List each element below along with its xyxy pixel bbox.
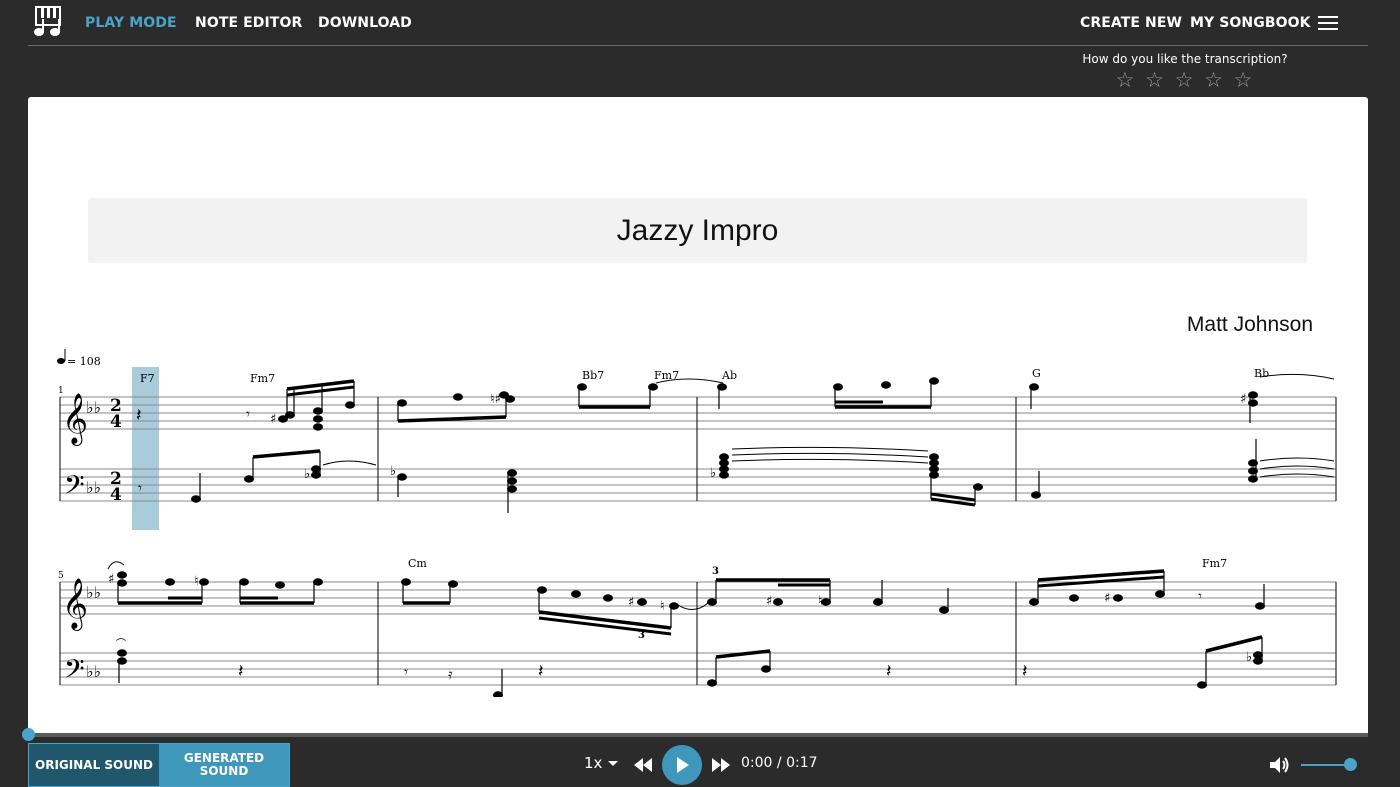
- volume-handle[interactable]: [1344, 758, 1357, 771]
- star-icon[interactable]: ☆: [1234, 68, 1255, 92]
- svg-text:♮: ♮: [660, 599, 665, 614]
- svg-text:♯: ♯: [628, 595, 634, 610]
- generated-sound-button[interactable]: GENERATED SOUND: [159, 744, 289, 786]
- piano-note-logo-icon[interactable]: [32, 5, 64, 37]
- play-icon: [677, 757, 689, 773]
- svg-text:♮: ♮: [194, 574, 199, 589]
- bass-staff-2: [60, 652, 1336, 686]
- svg-text:𝄾: 𝄾: [246, 405, 250, 423]
- svg-text:♭: ♭: [304, 467, 310, 482]
- tempo-marking: = 108: [67, 355, 101, 368]
- svg-text:♭: ♭: [710, 466, 716, 481]
- original-sound-button[interactable]: ORIGINAL SOUND: [29, 744, 159, 786]
- speed-selector[interactable]: 1x: [584, 754, 619, 772]
- rating-stars: ☆ ☆ ☆ ☆ ☆: [1060, 68, 1310, 92]
- notes-system-1: 𝄽 𝄾 ♯ 𝄾 ♭ ♮♯ ♭ ♭ ♯: [136, 373, 1335, 513]
- star-icon[interactable]: ☆: [1175, 68, 1196, 92]
- rewind-icon[interactable]: [632, 756, 654, 774]
- svg-text:𝄾: 𝄾: [138, 479, 142, 497]
- time-separator: /: [776, 755, 782, 771]
- key-signature: ♭♭: [86, 662, 101, 681]
- svg-text:♮: ♮: [818, 594, 823, 609]
- svg-text:♯: ♯: [766, 594, 772, 609]
- music-score[interactable]: = 108 1 5 𝄞 𝄢 𝄞 𝄢 ♭♭ ♭♭ ♭♭ ♭♭ 2 4 2 4 F7…: [28, 347, 1368, 697]
- rating-widget: How do you like the transcription? ☆ ☆ ☆…: [1060, 52, 1310, 92]
- play-button[interactable]: [662, 745, 702, 785]
- svg-text:♯: ♯: [270, 412, 276, 427]
- svg-text:𝄾: 𝄾: [404, 663, 408, 681]
- chord-symbol: Fm7: [1202, 557, 1227, 570]
- total-time: 0:17: [786, 755, 818, 771]
- svg-text:𝄽: 𝄽: [136, 405, 142, 426]
- key-signature: ♭♭: [86, 398, 101, 417]
- svg-text:♭: ♭: [1246, 650, 1252, 665]
- chord-symbol: Bb: [1254, 367, 1269, 380]
- nav-download[interactable]: DOWNLOAD: [318, 15, 412, 31]
- nav-my-songbook[interactable]: MY SONGBOOK: [1190, 15, 1311, 31]
- rating-question: How do you like the transcription?: [1082, 52, 1288, 66]
- svg-text:♮♯: ♮♯: [490, 392, 501, 407]
- chord-symbol: Fm7: [250, 372, 275, 385]
- chevron-down-icon: [608, 761, 619, 766]
- treble-clef-icon: 𝄞: [62, 578, 88, 631]
- key-signature: ♭♭: [86, 478, 101, 497]
- treble-staff-1: [60, 396, 1336, 430]
- svg-text:𝄽: 𝄽: [886, 661, 892, 682]
- nav-play-mode[interactable]: PLAY MODE: [85, 15, 177, 31]
- nav-note-editor[interactable]: NOTE EDITOR: [195, 15, 302, 31]
- current-time: 0:00: [741, 755, 773, 771]
- svg-text:𝄿: 𝄿: [448, 665, 453, 683]
- star-icon[interactable]: ☆: [1204, 68, 1225, 92]
- svg-text:𝄾: 𝄾: [1198, 587, 1202, 605]
- svg-text:♯: ♯: [108, 572, 114, 587]
- hamburger-menu-icon[interactable]: [1318, 16, 1338, 30]
- svg-text:𝄽: 𝄽: [1022, 661, 1028, 682]
- star-icon[interactable]: ☆: [1116, 68, 1137, 92]
- sheet-music-paper: Jazzy Impro Matt Johnson = 108 1 5 𝄞 𝄢 𝄞…: [28, 97, 1368, 737]
- composer-name[interactable]: Matt Johnson: [1187, 313, 1313, 337]
- svg-text:♭: ♭: [390, 464, 396, 479]
- svg-text:𝄽: 𝄽: [238, 661, 244, 682]
- svg-text:♯: ♯: [1104, 591, 1110, 606]
- time-signature-bottom: 4: [110, 412, 122, 432]
- key-signature: ♭♭: [86, 583, 101, 602]
- chord-symbol: Bb7: [582, 369, 604, 382]
- song-title-box[interactable]: Jazzy Impro: [88, 198, 1307, 263]
- volume-icon[interactable]: [1268, 754, 1290, 776]
- treble-clef-icon: 𝄞: [62, 393, 88, 446]
- playback-cursor-highlight: [132, 367, 159, 530]
- song-title: Jazzy Impro: [616, 213, 779, 247]
- bass-clef-icon: 𝄢: [64, 653, 85, 691]
- progress-bar[interactable]: [28, 733, 1368, 737]
- chord-symbol: F7: [140, 372, 155, 385]
- chord-symbol: Cm: [408, 557, 427, 570]
- progress-handle[interactable]: [22, 728, 35, 741]
- svg-text:♯: ♯: [1240, 392, 1246, 407]
- bass-staff-1: [60, 468, 1336, 502]
- top-bar: PLAY MODE NOTE EDITOR DOWNLOAD CREATE NE…: [28, 0, 1368, 46]
- sound-toggle: ORIGINAL SOUND GENERATED SOUND: [28, 743, 290, 787]
- chord-symbol: Ab: [721, 369, 737, 382]
- chord-symbol: G: [1032, 367, 1041, 380]
- tuplet-number: 3: [712, 566, 719, 577]
- svg-text:𝄽: 𝄽: [538, 661, 544, 682]
- star-icon[interactable]: ☆: [1145, 68, 1166, 92]
- bass-clef-icon: 𝄢: [64, 469, 85, 507]
- fast-forward-icon[interactable]: [710, 756, 732, 774]
- nav-create-new[interactable]: CREATE NEW: [1080, 15, 1182, 31]
- time-signature-bottom: 4: [110, 485, 122, 505]
- time-display: 0:00 / 0:17: [741, 755, 818, 771]
- svg-text:⌒: ⌒: [116, 638, 126, 650]
- speed-value: 1x: [584, 754, 603, 772]
